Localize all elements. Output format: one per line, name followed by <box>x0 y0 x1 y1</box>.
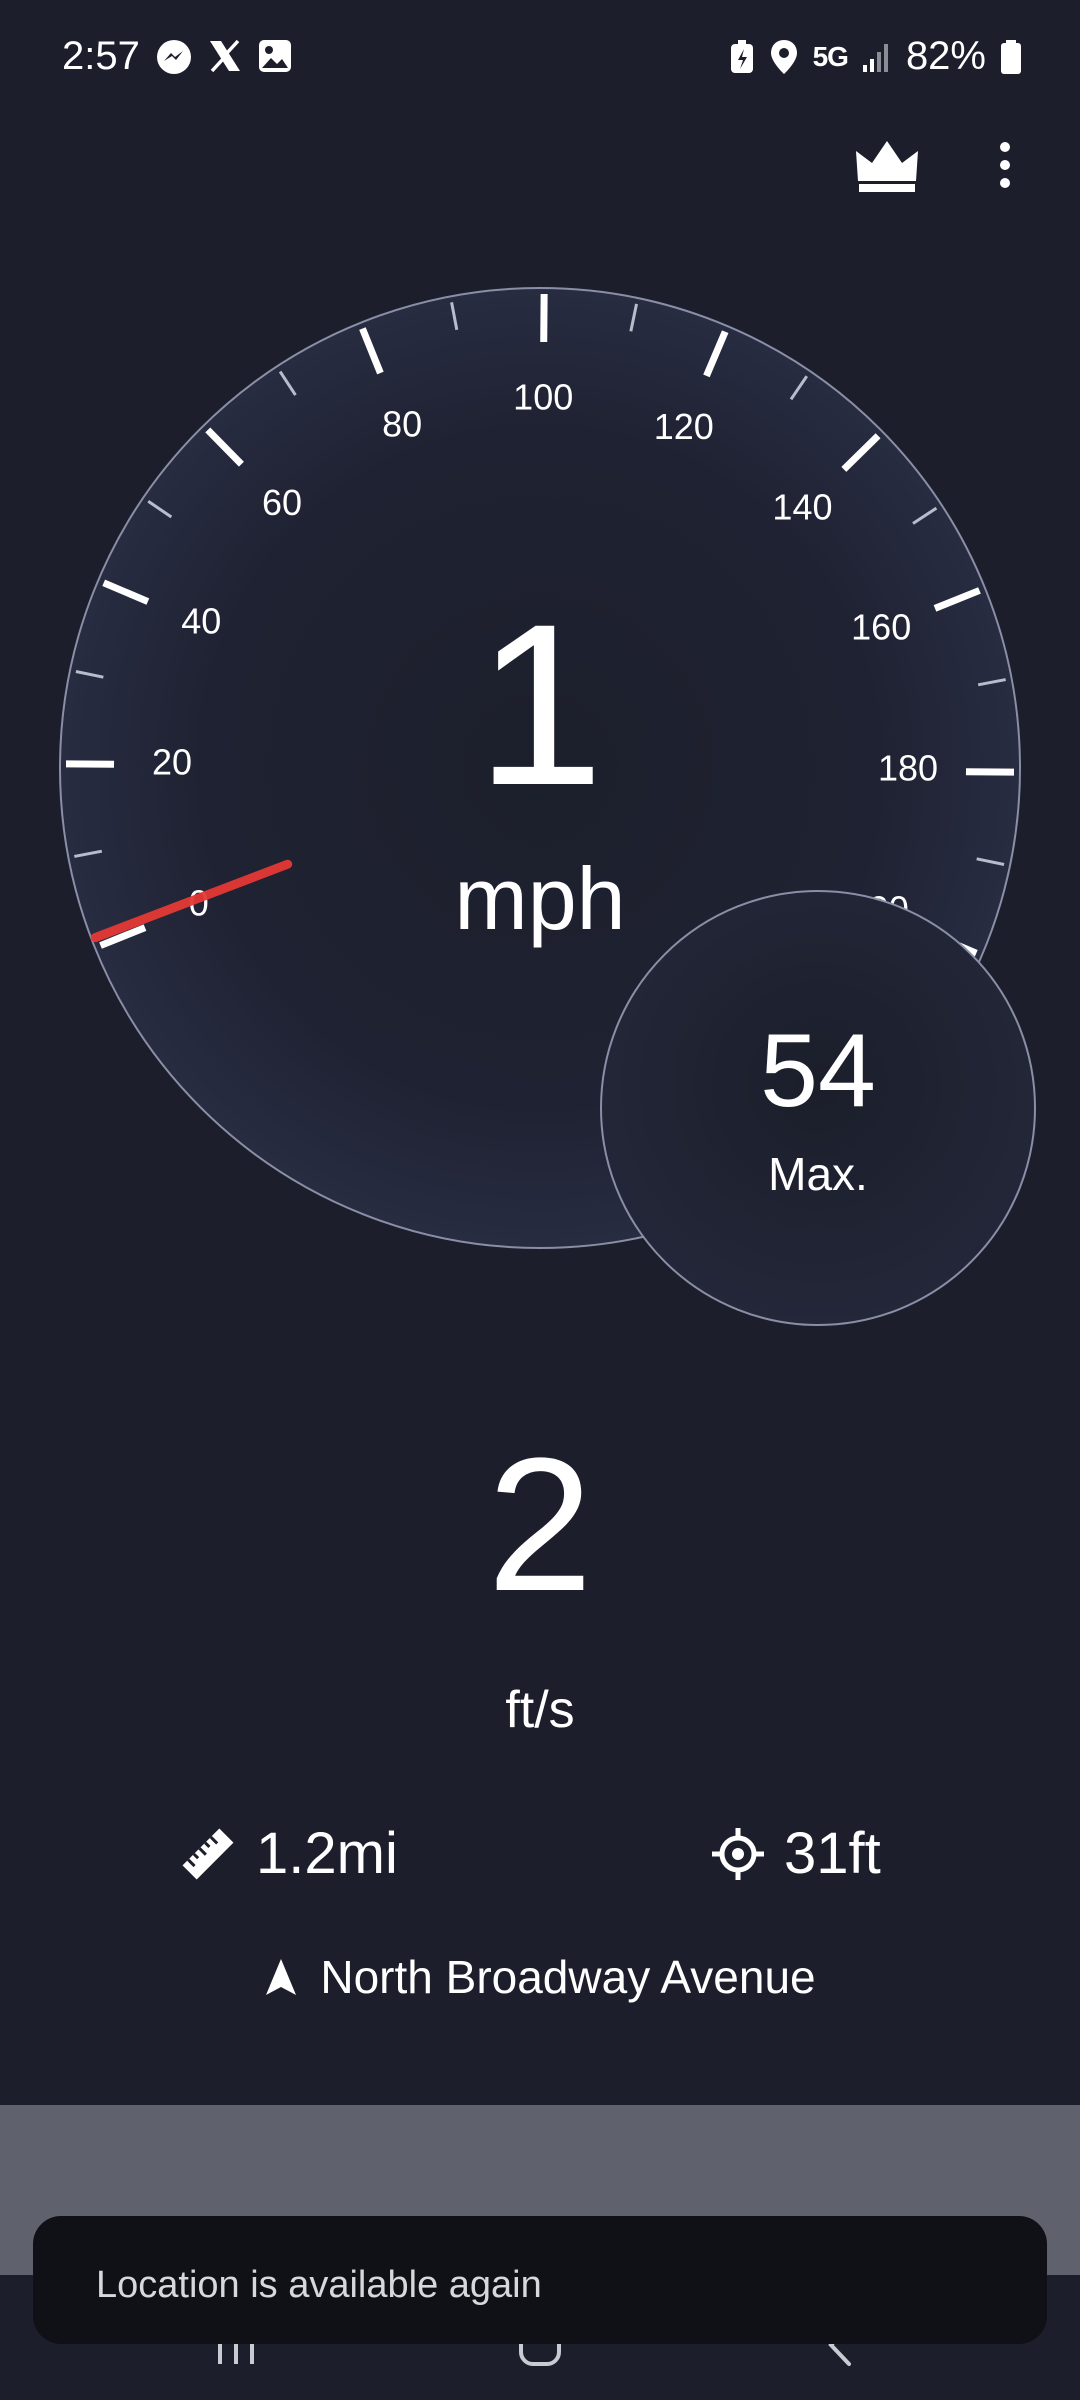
crown-icon <box>856 141 918 192</box>
status-bar: 2:57 5G 82% <box>0 0 1080 120</box>
signal-icon <box>862 43 888 72</box>
location-icon <box>770 39 797 74</box>
x-icon <box>210 39 240 73</box>
status-time: 2:57 <box>62 34 140 78</box>
premium-button[interactable] <box>852 130 922 200</box>
more-options-button[interactable] <box>970 130 1040 200</box>
navigation-arrow-icon <box>266 1959 297 1995</box>
image-icon <box>259 40 291 72</box>
accuracy-stat: 31ft <box>712 1820 881 1887</box>
accuracy-value: 31ft <box>784 1821 881 1886</box>
top-actions <box>852 130 1040 200</box>
street-location: North Broadway Avenue <box>0 1950 1080 2004</box>
tick-label: 140 <box>772 487 832 528</box>
toast-message: Location is available again <box>96 2264 542 2306</box>
battery-percent: 82% <box>905 34 986 78</box>
secondary-speed-value: 2 <box>487 1419 593 1631</box>
street-name: North Broadway Avenue <box>320 1951 816 2003</box>
distance-value: 1.2mi <box>256 1821 398 1886</box>
tick-label: 80 <box>382 403 422 444</box>
crosshair-icon <box>712 1827 764 1880</box>
tick-label: 100 <box>513 377 573 418</box>
max-speed-value: 54 <box>760 1013 876 1129</box>
more-vert-icon <box>1000 142 1010 188</box>
max-speed-label: Max. <box>768 1148 868 1200</box>
system-status: 5G 82% <box>729 34 1022 79</box>
notification-icons <box>155 38 293 76</box>
battery-icon <box>1001 39 1021 74</box>
tick-label: 120 <box>654 406 714 447</box>
network-type: 5G <box>812 40 849 72</box>
toast-notification: Location is available again <box>33 2216 1047 2344</box>
battery-saver-icon <box>730 39 753 73</box>
ruler-icon <box>182 1828 234 1879</box>
distance-stat: 1.2mi <box>180 1820 398 1887</box>
secondary-speed-unit: ft/s <box>505 1681 575 1739</box>
tick-label: 60 <box>262 482 302 523</box>
current-speed-value: 1 <box>476 576 604 833</box>
max-speed-badge[interactable]: 54 Max. <box>600 890 1036 1326</box>
messenger-icon <box>157 40 191 74</box>
